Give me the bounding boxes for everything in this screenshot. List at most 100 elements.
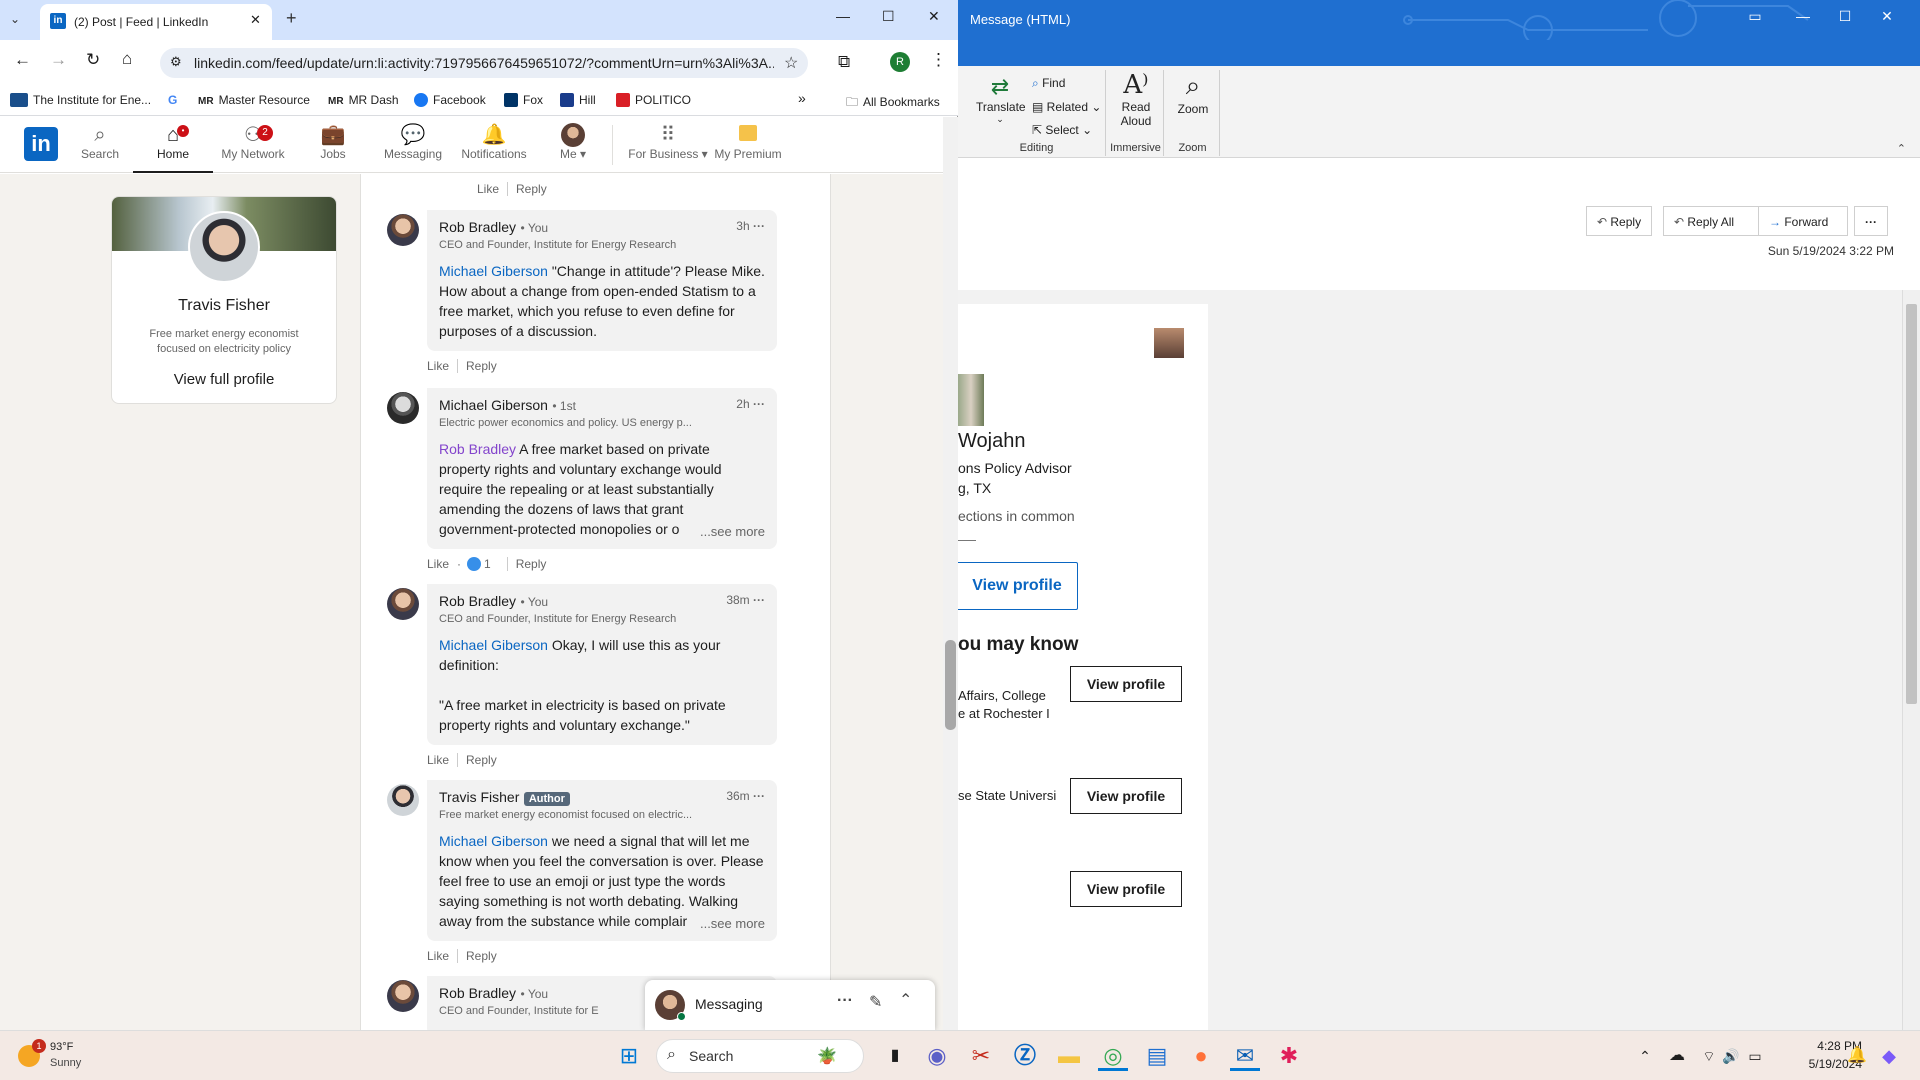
translate-button[interactable]: ⇄ Translate ⌄ <box>976 74 1026 125</box>
commenter-avatar[interactable] <box>387 784 419 816</box>
nav-my-premium[interactable]: My Premium <box>708 123 788 161</box>
copilot-icon[interactable]: ◆ <box>1874 1041 1904 1071</box>
compose-icon[interactable]: ✎ <box>869 992 882 1012</box>
file-explorer-icon[interactable]: ▬ <box>1054 1041 1084 1071</box>
linkedin-logo-icon[interactable]: in <box>24 127 58 161</box>
person-3-view-profile-button[interactable]: View profile <box>1070 871 1182 907</box>
commenter-avatar[interactable] <box>387 392 419 424</box>
page-scrollbar[interactable] <box>943 117 958 1030</box>
forward-icon[interactable]: → <box>50 50 67 70</box>
scrollbar-thumb[interactable] <box>1906 304 1917 704</box>
extensions-icon[interactable]: ⧉ <box>838 52 850 72</box>
mention-link[interactable]: Michael Giberson <box>439 833 548 849</box>
zoom-app-icon[interactable]: Ⓩ <box>1010 1041 1040 1071</box>
like-button[interactable]: Like <box>427 753 449 767</box>
active-tab[interactable]: in (2) Post | Feed | LinkedIn ✕ <box>40 4 272 40</box>
commenter-name[interactable]: Michael Giberson <box>439 397 548 413</box>
tab-search-icon[interactable]: ⌄ <box>10 12 20 26</box>
see-more-link[interactable]: ...see more <box>693 524 765 539</box>
comment-menu-icon[interactable]: ··· <box>753 593 765 607</box>
reply-button[interactable]: Reply <box>466 753 497 767</box>
bookmark-master-resource[interactable]: MR Master Resource <box>198 93 310 107</box>
chevron-up-icon[interactable]: ⌃ <box>899 990 912 1010</box>
zoom-button[interactable]: ⌕ Zoom <box>1170 70 1216 116</box>
menu-icon[interactable]: ⋮ <box>930 50 947 70</box>
chrome-icon[interactable]: ◎ <box>1098 1041 1128 1071</box>
more-actions-button[interactable]: ··· <box>1854 206 1888 236</box>
like-button[interactable]: Like <box>477 182 499 196</box>
outlook-icon[interactable]: ✉ <box>1230 1041 1260 1071</box>
slack-icon[interactable]: ✱ <box>1274 1041 1304 1071</box>
reload-icon[interactable]: ↻ <box>86 50 100 70</box>
onedrive-icon[interactable]: ☁ <box>1662 1041 1692 1071</box>
view-full-profile-link[interactable]: View full profile <box>112 371 336 388</box>
bookmark-politico[interactable]: POLITICO <box>616 93 691 107</box>
comment-menu-icon[interactable]: ··· <box>753 219 765 233</box>
start-windows-icon[interactable]: ⊞ <box>614 1041 644 1071</box>
nav-search[interactable]: ⌕ Search <box>60 123 140 161</box>
find-button[interactable]: ⌕ Find <box>1032 76 1065 91</box>
notification-bell-icon[interactable]: 🔔 <box>1842 1041 1872 1071</box>
nav-home[interactable]: ⌂ Home • <box>133 123 213 173</box>
nav-notifications[interactable]: 🔔 Notifications <box>453 123 535 161</box>
home-icon[interactable]: ⌂ <box>122 49 132 69</box>
new-tab-icon[interactable]: + <box>286 8 297 29</box>
message-scrollbar[interactable] <box>1902 290 1920 1030</box>
bookmark-star-icon[interactable]: ☆ <box>784 53 798 73</box>
show-hidden-icons[interactable]: ⌃ <box>1630 1041 1660 1071</box>
reply-button[interactable]: Reply <box>516 557 547 571</box>
bookmark-mr-dash[interactable]: MR MR Dash <box>328 93 399 107</box>
comment-menu-icon[interactable]: ··· <box>753 397 765 411</box>
like-button[interactable]: Like <box>427 949 449 963</box>
bookmark-fox[interactable]: Fox <box>504 93 543 107</box>
view-profile-button[interactable]: View profile <box>956 562 1078 610</box>
reaction-count[interactable]: 1 <box>467 557 499 571</box>
snip-tool-icon[interactable]: ✂ <box>966 1041 996 1071</box>
teams-icon[interactable]: ◉ <box>922 1041 952 1071</box>
mention-link[interactable]: Michael Giberson <box>439 263 548 279</box>
nav-for-business[interactable]: ⠿ For Business ▾ <box>624 123 712 161</box>
nav-my-network[interactable]: ⚇ My Network 2 <box>213 123 293 161</box>
commenter-avatar[interactable] <box>387 980 419 1012</box>
all-bookmarks[interactable]: 🗀 All Bookmarks <box>846 93 940 114</box>
see-more-link[interactable]: ...see more <box>693 916 765 931</box>
tab-close-icon[interactable]: ✕ <box>250 12 261 28</box>
firefox-icon[interactable]: ● <box>1186 1041 1216 1071</box>
read-aloud-button[interactable]: A⁾ Read Aloud <box>1112 70 1160 128</box>
remote-desktop-icon[interactable]: ▤ <box>1142 1041 1172 1071</box>
like-button[interactable]: Like <box>427 359 449 373</box>
profile-avatar[interactable]: R <box>890 52 910 72</box>
page-scrollbar-thumb[interactable] <box>945 640 956 730</box>
reply-all-button[interactable]: ↶ Reply All <box>1663 206 1759 236</box>
related-button[interactable]: ▤ Related ⌄ <box>1032 100 1101 114</box>
bookmark-facebook[interactable]: Facebook <box>414 93 486 107</box>
commenter-name[interactable]: Rob Bradley <box>439 593 516 609</box>
mention-link[interactable]: Rob Bradley <box>439 441 516 457</box>
reply-button[interactable]: Reply <box>466 949 497 963</box>
more-bookmarks-icon[interactable]: » <box>798 90 806 106</box>
maximize-button[interactable]: ☐ <box>882 8 895 25</box>
battery-icon[interactable]: ▭ <box>1740 1041 1770 1071</box>
site-info-icon[interactable]: ⚙ <box>170 54 182 70</box>
restore-ribbon-icon[interactable]: ▭ <box>1740 8 1770 25</box>
reply-button[interactable]: ↶ Reply <box>1586 206 1653 236</box>
commenter-avatar[interactable] <box>387 588 419 620</box>
commenter-name[interactable]: Rob Bradley <box>439 985 516 1001</box>
maximize-button[interactable]: ☐ <box>1830 8 1860 25</box>
forward-button[interactable]: → Forward <box>1758 206 1848 236</box>
reply-button[interactable]: Reply <box>516 182 547 196</box>
collapse-ribbon-icon[interactable]: ⌃ <box>1897 142 1906 155</box>
person-2-view-profile-button[interactable]: View profile <box>1070 778 1182 814</box>
select-button[interactable]: ⇱ Select ⌄ <box>1032 123 1092 137</box>
close-button[interactable]: ✕ <box>1872 8 1902 25</box>
nav-jobs[interactable]: 💼 Jobs <box>293 123 373 161</box>
commenter-name[interactable]: Travis Fisher <box>439 789 519 805</box>
weather-temp[interactable]: 93°F <box>50 1041 73 1053</box>
bookmark-google[interactable]: G <box>168 93 177 107</box>
profile-name[interactable]: Travis Fisher <box>112 297 336 315</box>
bookmark-ier[interactable]: The Institute for Ene... <box>10 93 151 107</box>
messaging-overlay[interactable]: Messaging ··· ✎ ⌃ <box>645 980 935 1030</box>
task-view-icon[interactable]: ▮ <box>880 1041 910 1071</box>
bookmark-hill[interactable]: Hill <box>560 93 596 107</box>
close-button[interactable]: ✕ <box>928 8 940 25</box>
